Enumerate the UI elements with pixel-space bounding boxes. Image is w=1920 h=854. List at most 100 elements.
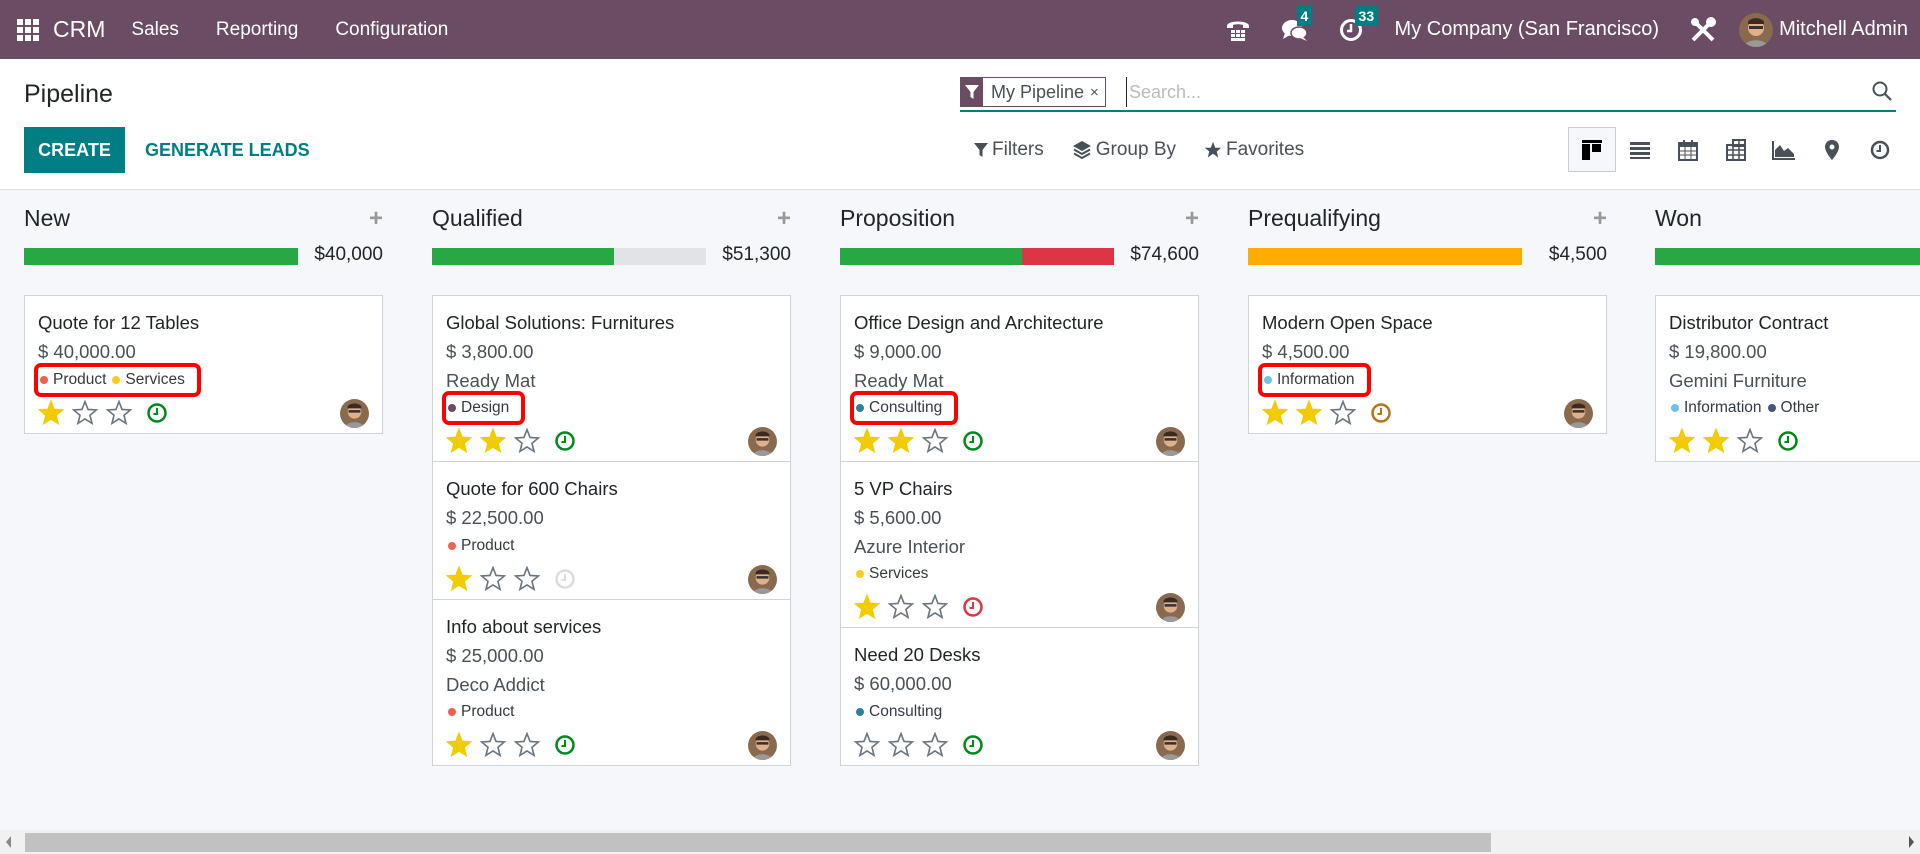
star-filled-icon[interactable] (1669, 428, 1695, 454)
salesperson-avatar[interactable] (1156, 731, 1185, 760)
salesperson-avatar[interactable] (1564, 399, 1593, 428)
company-switcher[interactable]: My Company (San Francisco) (1395, 18, 1660, 41)
progress-segment[interactable] (1248, 248, 1522, 265)
favorites-button[interactable]: Favorites (1204, 139, 1304, 161)
generate-leads-button[interactable]: GENERATE LEADS (145, 127, 310, 173)
activity-clock-icon[interactable] (554, 568, 576, 590)
salesperson-avatar[interactable] (748, 731, 777, 760)
activity-clock-icon[interactable] (962, 430, 984, 452)
star-empty-icon[interactable] (922, 732, 948, 758)
progress-segment[interactable] (432, 248, 615, 265)
view-kanban-button[interactable] (1568, 127, 1616, 172)
star-filled-icon[interactable] (888, 428, 914, 454)
kanban-card[interactable]: Info about services $ 25,000.00 Deco Addic… (433, 600, 790, 765)
activity-clock-icon[interactable] (1370, 402, 1392, 424)
view-calendar-button[interactable] (1664, 127, 1712, 172)
star-filled-icon[interactable] (446, 732, 472, 758)
salesperson-avatar[interactable] (748, 565, 777, 594)
star-filled-icon[interactable] (446, 428, 472, 454)
star-empty-icon[interactable] (514, 566, 540, 592)
star-empty-icon[interactable] (514, 428, 540, 454)
star-empty-icon[interactable] (888, 594, 914, 620)
star-empty-icon[interactable] (854, 732, 880, 758)
kanban-card[interactable]: Quote for 600 Chairs $ 22,500.00 Product (433, 462, 790, 600)
column-progress-bar[interactable] (24, 248, 298, 265)
facet-remove-icon[interactable]: × (1090, 84, 1105, 101)
column-title[interactable]: Prequalifying (1248, 205, 1381, 232)
scroll-right-arrow-icon[interactable] (1909, 836, 1914, 848)
star-empty-icon[interactable] (480, 566, 506, 592)
column-quick-create-icon[interactable]: + (1593, 205, 1607, 233)
salesperson-avatar[interactable] (340, 399, 369, 428)
column-title[interactable]: Proposition (840, 205, 955, 232)
voip-phone-icon[interactable] (1225, 18, 1251, 42)
star-filled-icon[interactable] (480, 428, 506, 454)
star-empty-icon[interactable] (888, 732, 914, 758)
salesperson-avatar[interactable] (1156, 593, 1185, 622)
column-quick-create-icon[interactable]: + (1185, 205, 1199, 233)
star-empty-icon[interactable] (1737, 428, 1763, 454)
user-name[interactable]: Mitchell Admin (1779, 18, 1908, 41)
salesperson-avatar[interactable] (748, 427, 777, 456)
view-graph-button[interactable] (1760, 127, 1808, 172)
progress-segment[interactable] (24, 248, 298, 265)
apps-menu-icon[interactable] (17, 18, 39, 41)
star-empty-icon[interactable] (922, 428, 948, 454)
activity-clock-icon[interactable] (962, 596, 984, 618)
star-empty-icon[interactable] (922, 594, 948, 620)
star-filled-icon[interactable] (1262, 400, 1288, 426)
salesperson-avatar[interactable] (1156, 427, 1185, 456)
progress-segment[interactable] (840, 248, 1023, 265)
tools-icon[interactable] (1689, 16, 1717, 44)
column-title[interactable]: Won (1655, 205, 1702, 232)
kanban-card[interactable]: Quote for 12 Tables $ 40,000.00 Product Ser… (25, 296, 382, 433)
create-button[interactable]: CREATE (24, 127, 125, 173)
column-title[interactable]: Qualified (432, 205, 523, 232)
kanban-card[interactable]: 5 VP Chairs $ 5,600.00 Azure Interior Servi… (841, 462, 1198, 628)
progress-segment[interactable] (1655, 248, 1920, 265)
star-empty-icon[interactable] (514, 732, 540, 758)
star-empty-icon[interactable] (1330, 400, 1356, 426)
kanban-card[interactable]: Need 20 Desks $ 60,000.00 Consulting (841, 628, 1198, 765)
view-map-button[interactable] (1808, 127, 1856, 172)
activity-clock-icon[interactable] (1777, 430, 1799, 452)
menu-configuration[interactable]: Configuration (335, 19, 448, 41)
column-quick-create-icon[interactable]: + (369, 205, 383, 233)
star-filled-icon[interactable] (446, 566, 472, 592)
column-quick-create-icon[interactable]: + (777, 205, 791, 233)
kanban-card[interactable]: Global Solutions: Furnitures $ 3,800.00 Re… (433, 296, 790, 462)
user-avatar[interactable] (1739, 12, 1774, 47)
activity-clock-icon[interactable] (554, 734, 576, 756)
progress-segment[interactable] (1022, 248, 1114, 265)
search-input[interactable] (1126, 77, 1846, 107)
activity-clock-icon[interactable] (146, 402, 168, 424)
menu-sales[interactable]: Sales (131, 19, 179, 41)
star-empty-icon[interactable] (106, 400, 132, 426)
star-filled-icon[interactable] (1296, 400, 1322, 426)
column-progress-bar[interactable] (840, 248, 1114, 265)
kanban-card[interactable]: Distributor Contract $ 19,800.00 Gemini Fu… (1656, 296, 1920, 461)
star-empty-icon[interactable] (480, 732, 506, 758)
view-pivot-button[interactable] (1712, 127, 1760, 172)
scrollbar-thumb[interactable] (25, 833, 1491, 852)
star-filled-icon[interactable] (854, 428, 880, 454)
star-filled-icon[interactable] (854, 594, 880, 620)
app-brand[interactable]: CRM (53, 16, 105, 43)
view-activity-button[interactable] (1856, 127, 1904, 172)
column-progress-bar[interactable] (432, 248, 706, 265)
messages-icon[interactable]: 4 (1281, 5, 1313, 42)
view-list-button[interactable] (1616, 127, 1664, 172)
kanban-card[interactable]: Office Design and Architecture $ 9,000.00… (841, 296, 1198, 462)
scroll-left-arrow-icon[interactable] (6, 836, 11, 848)
column-title[interactable]: New (24, 205, 70, 232)
star-filled-icon[interactable] (38, 400, 64, 426)
star-filled-icon[interactable] (1703, 428, 1729, 454)
menu-reporting[interactable]: Reporting (216, 19, 298, 41)
star-empty-icon[interactable] (72, 400, 98, 426)
column-progress-bar[interactable] (1655, 248, 1920, 265)
activity-clock-icon[interactable] (554, 430, 576, 452)
activities-clock-icon[interactable]: 33 (1339, 5, 1379, 42)
search-icon[interactable] (1872, 81, 1892, 106)
activity-clock-icon[interactable] (962, 734, 984, 756)
horizontal-scrollbar[interactable] (0, 830, 1920, 854)
